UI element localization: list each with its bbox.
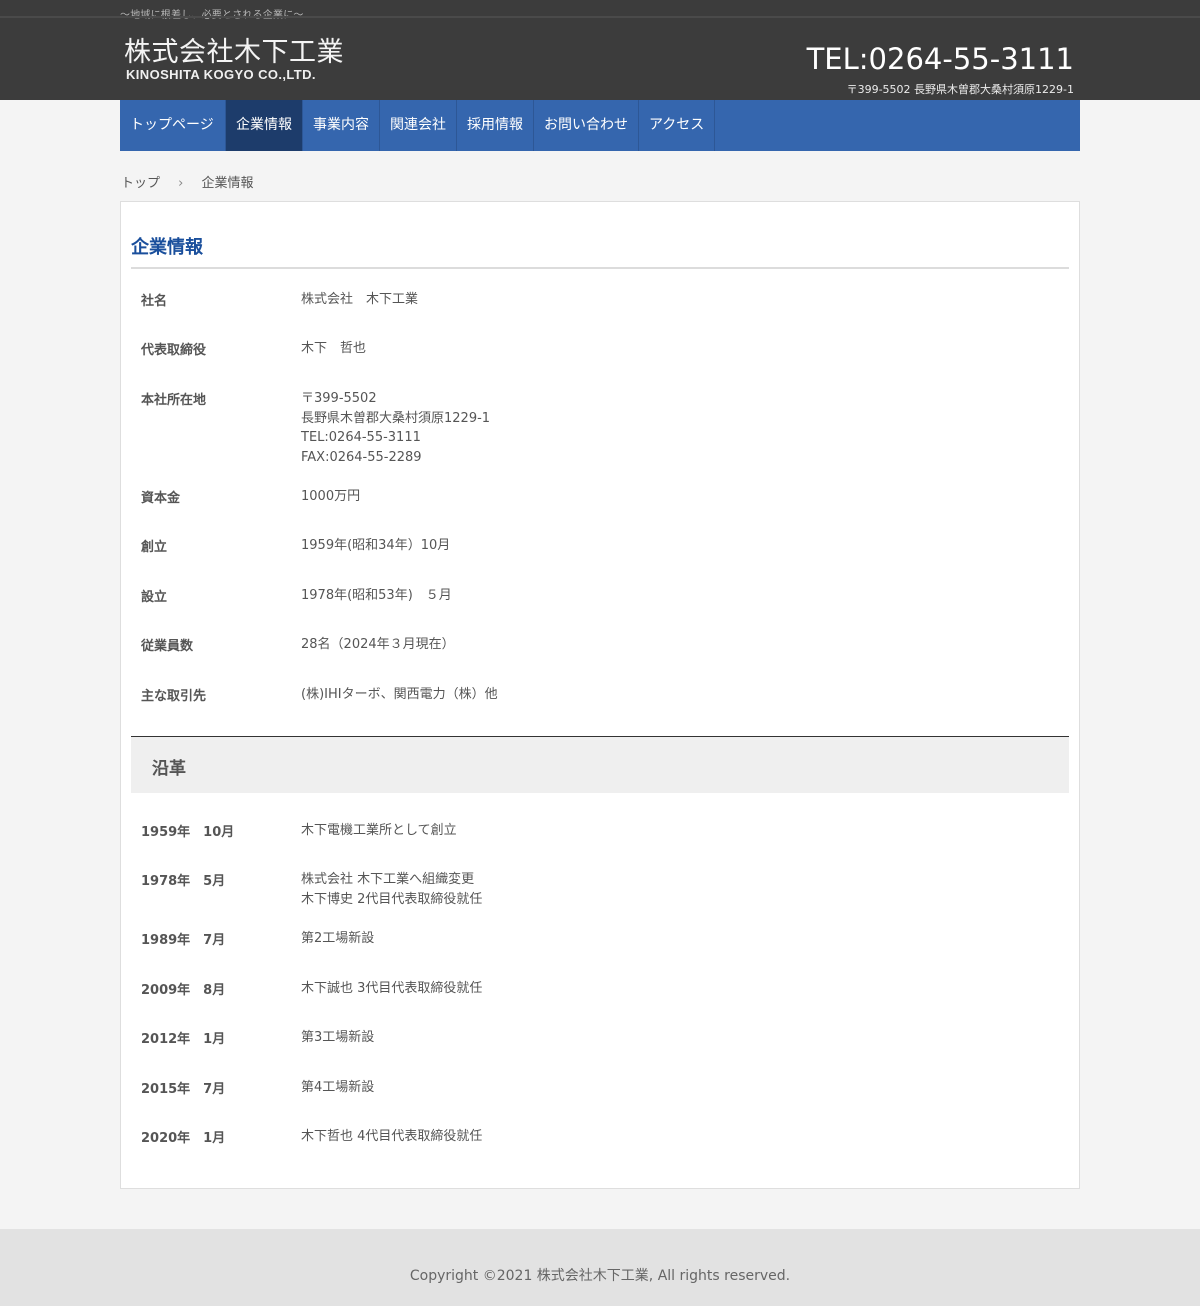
- history-event: 木下誠也 3代目代表取締役就任: [301, 981, 483, 996]
- history-date: 2020年 1月: [141, 1131, 226, 1146]
- copyright: Copyright ©2021 株式会社木下工業, All rights res…: [409, 1268, 791, 1284]
- header-phone: TEL:0264-55-3111: [806, 42, 1074, 76]
- company-value: 株式会社 木下工業: [301, 292, 419, 307]
- history-heading: 沿革: [131, 736, 1069, 793]
- breadcrumb: トップ › 企業情報: [121, 172, 254, 191]
- company-label: 設立: [141, 590, 168, 605]
- header-divider: [0, 16, 1200, 18]
- company-value: 1978年(昭和53年) ５月: [301, 588, 452, 603]
- history-event: 第3工場新設: [301, 1030, 375, 1045]
- logo-japanese[interactable]: 株式会社木下工業: [124, 30, 344, 69]
- history-event: 第2工場新設: [301, 931, 375, 946]
- company-label: 主な取引先: [141, 689, 207, 704]
- main-nav: トップページ 企業情報 事業内容 関連会社 採用情報 お問い合わせ アクセス: [120, 100, 1080, 151]
- nav-item-top[interactable]: トップページ: [120, 100, 226, 151]
- history-title: 沿革: [152, 759, 186, 779]
- site-tagline: 〜地域に根差し、必要とされる企業に〜: [120, 6, 304, 21]
- history-date: 2012年 1月: [141, 1032, 226, 1047]
- site-footer: Copyright ©2021 株式会社木下工業, All rights res…: [0, 1229, 1200, 1306]
- nav-item-access[interactable]: アクセス: [639, 100, 715, 151]
- history-event: 木下電機工業所として創立: [301, 823, 457, 838]
- breadcrumb-separator: ›: [178, 176, 184, 191]
- header-address: 〒399-5502 長野県木曽郡大桑村須原1229-1: [846, 83, 1074, 96]
- title-divider: [131, 267, 1069, 269]
- nav-item-company[interactable]: 企業情報: [226, 100, 303, 151]
- company-value: 1959年(昭和34年）10月: [301, 538, 451, 553]
- company-label: 従業員数: [141, 639, 194, 654]
- history-date: 2009年 8月: [141, 983, 226, 998]
- logo-english[interactable]: KINOSHITA KOGYO CO.,LTD.: [126, 67, 316, 82]
- company-value: (株)IHIターボ、関西電力（株）他: [301, 687, 498, 702]
- breadcrumb-current: 企業情報: [201, 176, 254, 191]
- company-label: 創立: [141, 540, 168, 555]
- nav-item-business[interactable]: 事業内容: [303, 100, 380, 151]
- site-header: 〜地域に根差し、必要とされる企業に〜 株式会社木下工業 KINOSHITA KO…: [0, 0, 1200, 100]
- history-event: 木下哲也 4代目代表取締役就任: [301, 1129, 483, 1144]
- company-label: 代表取締役: [141, 343, 207, 358]
- nav-item-recruit[interactable]: 採用情報: [457, 100, 534, 151]
- history-date: 1989年 7月: [141, 933, 226, 948]
- breadcrumb-home-link[interactable]: トップ: [121, 176, 160, 191]
- page-title: 企業情報: [131, 237, 203, 258]
- company-label: 本社所在地: [141, 393, 207, 408]
- company-label: 社名: [141, 294, 168, 309]
- history-date: 2015年 7月: [141, 1082, 226, 1097]
- nav-item-affiliates[interactable]: 関連会社: [380, 100, 457, 151]
- company-value: 〒399-5502 長野県木曽郡大桑村須原1229-1 TEL:0264-55-…: [301, 391, 491, 465]
- company-value: 木下 哲也: [301, 341, 367, 356]
- company-value: 28名（2024年３月現在）: [301, 637, 455, 652]
- history-date: 1978年 5月: [141, 874, 226, 889]
- history-event: 第4工場新設: [301, 1080, 375, 1095]
- content-panel: 企業情報 社名 株式会社 木下工業 代表取締役 木下 哲也 本社所在地 〒399…: [120, 201, 1080, 1189]
- company-value: 1000万円: [301, 489, 361, 504]
- history-date: 1959年 10月: [141, 825, 235, 840]
- history-event: 株式会社 木下工業へ組織変更 木下博史 2代目代表取締役就任: [301, 872, 483, 907]
- company-label: 資本金: [141, 491, 181, 506]
- nav-item-contact[interactable]: お問い合わせ: [534, 100, 639, 151]
